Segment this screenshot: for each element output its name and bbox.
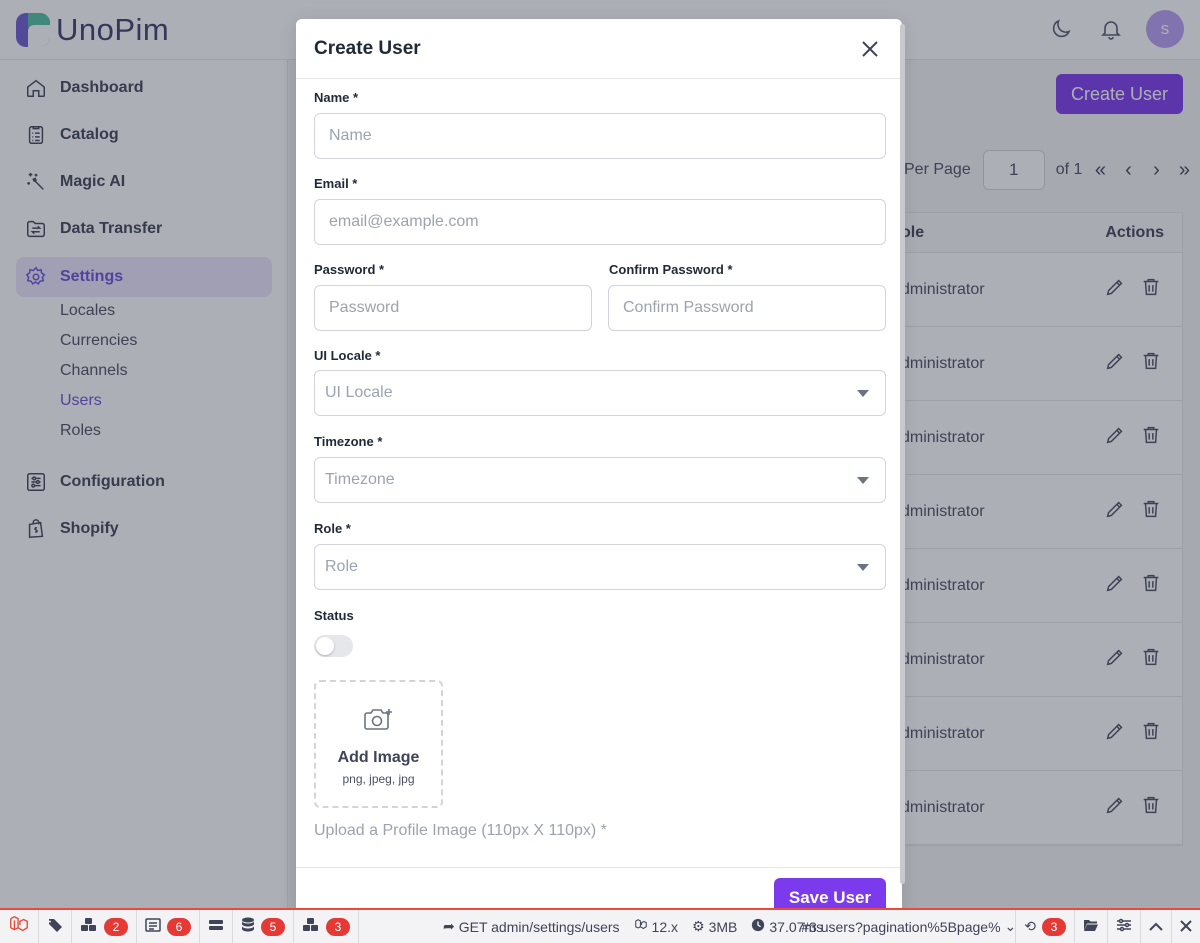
status-label: Status [314, 608, 354, 623]
add-image-title: Add Image [337, 749, 420, 766]
sliders-icon [1116, 918, 1132, 935]
timezone-label: Timezone * [314, 434, 383, 449]
chevron-down-icon [857, 390, 869, 397]
debug-bar: 2 6 5 3 ➦ GET admin/settings/users 12.x … [0, 908, 1200, 943]
debugbar-close[interactable] [1171, 910, 1200, 943]
share-arrow-icon: ➦ [443, 918, 455, 934]
laravel-logo-icon [8, 914, 30, 939]
clock-icon [751, 918, 765, 935]
request-text: GET admin/settings/users [458, 918, 620, 935]
timezone-select[interactable]: Timezone [314, 457, 886, 503]
image-upload-dropzone[interactable]: Add Image png, jpeg, jpg [314, 680, 443, 808]
history-icon: ⟲ [1024, 918, 1036, 934]
close-icon [1180, 919, 1192, 935]
database-icon [241, 917, 255, 936]
models-badge: 3 [326, 917, 350, 936]
confirm-password-input[interactable]: Confirm Password [608, 285, 886, 331]
tag-icon [47, 917, 63, 936]
ui-locale-select[interactable]: UI Locale [314, 370, 886, 416]
memory-text: 3MB [708, 918, 738, 935]
create-user-modal: Create User Name * Name Email * email@ex… [296, 19, 902, 908]
role-value: Role [325, 558, 358, 575]
image-formats: png, jpeg, jpg [342, 772, 415, 786]
debugbar-settings[interactable] [1107, 910, 1140, 943]
debugbar-right: #3 users?pagination%5Bpage% ⌄ ⟲ 3 [795, 910, 1200, 943]
ui-locale-label: UI Locale * [314, 348, 381, 363]
history-badge: 3 [1042, 917, 1066, 936]
version-text: 12.x [651, 918, 679, 935]
folder-open-icon [1083, 918, 1099, 935]
confirm-password-label: Confirm Password * [609, 262, 733, 277]
cubes-icon [80, 917, 98, 936]
name-label: Name * [314, 90, 359, 105]
request-select[interactable]: #3 users?pagination%5Bpage% ⌄ [795, 918, 1015, 935]
queries-badge: 5 [261, 917, 285, 936]
save-user-button[interactable]: Save User [774, 878, 886, 908]
modal-scrollbar[interactable] [900, 24, 905, 884]
debugbar-events[interactable]: 2 [72, 910, 137, 943]
modal-title: Create User [314, 38, 421, 59]
messages-badge: 6 [167, 917, 191, 936]
debugbar-server[interactable] [200, 910, 233, 943]
chevron-down-icon [857, 564, 869, 571]
debugbar-version: 12.x [634, 918, 678, 935]
email-label: Email * [314, 176, 358, 191]
debugbar-models[interactable]: 3 [294, 910, 359, 943]
debugbar-request: ➦ GET admin/settings/users [443, 918, 620, 935]
modal-header: Create User [296, 19, 902, 79]
request-select-value: #3 users?pagination%5Bpage% [801, 918, 1001, 935]
server-icon [208, 918, 224, 935]
laravel-small-icon [634, 918, 648, 935]
cogs-icon: ⚙ [692, 918, 705, 934]
chevron-up-icon [1149, 919, 1163, 935]
debugbar-queries[interactable]: 5 [233, 910, 294, 943]
debugbar-minimize[interactable] [1140, 910, 1171, 943]
list-icon [145, 918, 161, 935]
debugbar-messages[interactable]: 6 [137, 910, 200, 943]
role-label: Role * [314, 521, 351, 536]
email-input[interactable]: email@example.com [314, 199, 886, 245]
debugbar-tags[interactable] [39, 910, 72, 943]
ui-locale-value: UI Locale [325, 384, 393, 401]
debugbar-memory: ⚙ 3MB [692, 918, 737, 935]
debugbar-logo[interactable] [0, 910, 39, 943]
debugbar-history[interactable]: ⟲ 3 [1015, 910, 1074, 943]
status-toggle[interactable] [314, 635, 353, 657]
cubes-icon [302, 917, 320, 936]
events-badge: 2 [104, 917, 128, 936]
chevron-down-icon [857, 477, 869, 484]
chevron-down-icon: ⌄ [1004, 918, 1016, 934]
toggle-knob [316, 637, 334, 655]
debugbar-open[interactable] [1074, 910, 1107, 943]
upload-help-text: Upload a Profile Image (110px X 110px) * [314, 822, 607, 839]
close-icon[interactable] [858, 37, 882, 61]
password-label: Password * [314, 262, 385, 277]
role-select[interactable]: Role [314, 544, 886, 590]
camera-add-icon [362, 706, 396, 739]
name-input[interactable]: Name [314, 113, 886, 159]
password-input[interactable]: Password [314, 285, 592, 331]
timezone-value: Timezone [325, 471, 395, 488]
